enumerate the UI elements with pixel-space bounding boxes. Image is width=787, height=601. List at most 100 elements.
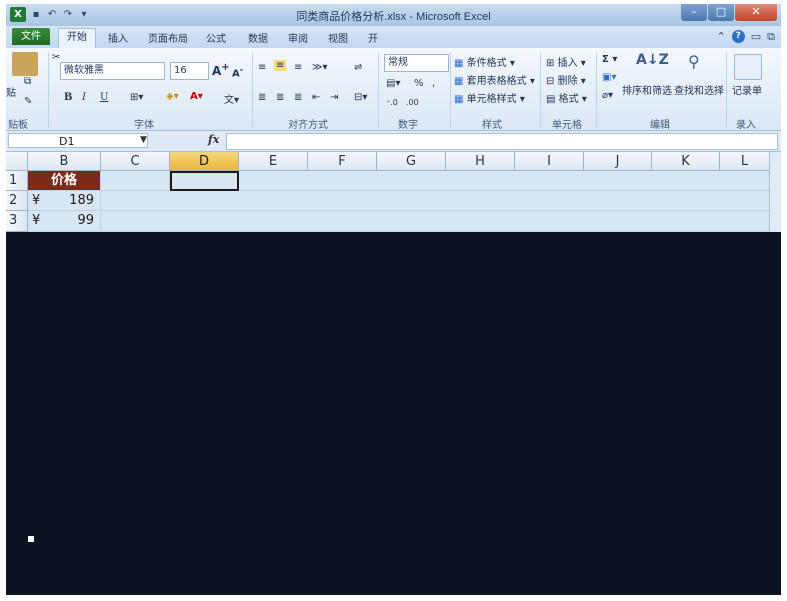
cell-c1[interactable]	[101, 171, 170, 191]
cell-b2[interactable]: ¥ 189	[28, 191, 101, 211]
column-header-i[interactable]: I	[515, 152, 584, 171]
grow-font-icon[interactable]: A+	[212, 62, 230, 78]
underline-button[interactable]: U	[100, 92, 108, 103]
decrease-decimal-icon[interactable]: .00	[406, 98, 419, 107]
column-header-l[interactable]: L	[720, 152, 770, 171]
column-header-c[interactable]: C	[101, 152, 170, 171]
tab-home[interactable]: 开始	[58, 28, 96, 49]
formula-input[interactable]	[226, 133, 778, 150]
paste-button[interactable]: 贴	[6, 84, 16, 99]
cell-styles-button[interactable]: ▦ 单元格样式 ▾	[454, 90, 525, 105]
comma-button[interactable]: ,	[432, 78, 435, 89]
vertical-scrollbar[interactable]	[769, 152, 781, 232]
name-box-dropdown-icon[interactable]: ▼	[140, 135, 147, 145]
select-all-button[interactable]	[6, 152, 28, 171]
find-select-icon[interactable]: ⚲	[688, 52, 700, 71]
orientation-icon[interactable]: ≫▾	[312, 62, 328, 73]
ribbon-collapse-icon[interactable]: ⌃	[717, 30, 726, 44]
increase-decimal-icon[interactable]: ⁺.0	[386, 98, 398, 107]
bold-button[interactable]: B	[64, 92, 72, 103]
cell-d1[interactable]	[170, 171, 239, 191]
insert-cells-button[interactable]: ⊞ 插入 ▾	[546, 54, 586, 69]
minimize-button[interactable]: –	[681, 4, 707, 21]
font-size-select[interactable]: 16	[170, 62, 209, 80]
column-header-b[interactable]: B	[28, 152, 101, 171]
close-button[interactable]: ✕	[735, 4, 777, 21]
column-header-d[interactable]: D	[170, 152, 239, 171]
cell-b1[interactable]: 价格	[28, 171, 101, 191]
insert-function-button[interactable]: fx	[208, 133, 219, 146]
fill-icon[interactable]: ▣▾	[602, 72, 616, 83]
tab-view[interactable]: 视图	[328, 30, 348, 45]
merge-center-icon[interactable]: ⊟▾	[354, 92, 367, 103]
sort-filter-icon[interactable]: A↓Z	[636, 52, 669, 68]
formula-bar: D1 ▼ fx	[6, 131, 781, 152]
row-3-rest[interactable]	[101, 211, 770, 232]
border-icon[interactable]: ⊞▾	[130, 92, 143, 103]
wrap-text-icon[interactable]: ⇌	[354, 62, 362, 73]
number-group-label: 数字	[398, 120, 418, 131]
column-header-k[interactable]: K	[652, 152, 720, 171]
tab-formulas[interactable]: 公式	[206, 30, 226, 45]
align-right-icon[interactable]: ≣	[294, 92, 302, 103]
conditional-format-button[interactable]: ▦ 条件格式 ▾	[454, 54, 515, 69]
increase-indent-icon[interactable]: ⇥	[330, 92, 338, 103]
phonetic-icon[interactable]: 文▾	[224, 91, 239, 106]
autosum-icon[interactable]: Σ ▾	[602, 54, 617, 65]
row-1-rest[interactable]	[239, 171, 770, 191]
window-title: 同类商品价格分析.xlsx - Microsoft Excel	[296, 11, 491, 23]
format-cells-icon: ▤	[546, 94, 556, 105]
tab-review[interactable]: 审阅	[288, 30, 308, 45]
price-value: 99	[77, 213, 94, 228]
row-header-1[interactable]: 1	[6, 171, 28, 191]
cell-b3[interactable]: ¥ 99	[28, 211, 101, 232]
copy-icon[interactable]: ⧉	[24, 76, 31, 87]
align-center-icon[interactable]: ≣	[276, 92, 284, 103]
shrink-font-icon[interactable]: A-	[232, 64, 243, 79]
format-as-table-button[interactable]: ▦ 套用表格格式 ▾	[454, 72, 535, 87]
paste-icon[interactable]	[12, 52, 38, 76]
format-cells-button[interactable]: ▤ 格式 ▾	[546, 90, 587, 105]
percent-button[interactable]: %	[414, 78, 424, 89]
tab-data[interactable]: 数据	[248, 30, 268, 45]
font-name-select[interactable]: 微软雅黑	[60, 62, 165, 80]
doc-restore-icon[interactable]: ⧉	[767, 30, 775, 44]
row-header-3[interactable]: 3	[6, 211, 28, 232]
row-header-2[interactable]: 2	[6, 191, 28, 211]
accounting-icon[interactable]: ▤▾	[386, 78, 400, 89]
column-header-j[interactable]: J	[584, 152, 652, 171]
align-bottom-icon[interactable]: ≡	[294, 62, 302, 73]
format-painter-icon[interactable]: ✎	[24, 96, 32, 107]
align-left-icon[interactable]: ≣	[258, 92, 266, 103]
align-middle-icon[interactable]: ≡	[274, 60, 287, 71]
tab-page-layout[interactable]: 页面布局	[148, 30, 188, 45]
number-format-select[interactable]: 常规	[384, 54, 449, 72]
render-artifact	[28, 536, 34, 542]
align-top-icon[interactable]: ≡	[258, 62, 266, 73]
fill-color-icon[interactable]: ◈▾	[166, 91, 179, 102]
column-header-f[interactable]: F	[308, 152, 377, 171]
maximize-button[interactable]: □	[708, 4, 734, 21]
tab-developer[interactable]: 开	[368, 30, 378, 45]
clear-icon[interactable]: ⌀▾	[602, 90, 613, 101]
decrease-indent-icon[interactable]: ⇤	[312, 92, 320, 103]
column-header-e[interactable]: E	[239, 152, 308, 171]
font-color-icon[interactable]: A▾	[190, 91, 203, 102]
find-select-button[interactable]: 查找和选择	[674, 82, 724, 97]
sort-filter-button[interactable]: 排序和筛选	[622, 82, 672, 97]
italic-button[interactable]: I	[82, 92, 86, 103]
name-box[interactable]: D1	[8, 133, 148, 148]
doc-minimize-icon[interactable]: ▭	[751, 30, 761, 44]
tab-insert[interactable]: 插入	[108, 30, 128, 45]
form-button[interactable]: 记录单	[732, 82, 762, 97]
tab-file[interactable]: 文件	[12, 28, 50, 45]
delete-cells-button[interactable]: ⊟ 删除 ▾	[546, 72, 586, 87]
help-icon[interactable]: ?	[731, 30, 745, 43]
format-as-table-label: 套用表格格式	[466, 76, 527, 87]
form-icon[interactable]	[734, 54, 762, 80]
title-bar: X ▪ ↶ ↷ ▾ 同类商品价格分析.xlsx - Microsoft Exce…	[6, 4, 781, 26]
column-header-g[interactable]: G	[377, 152, 446, 171]
column-header-h[interactable]: H	[446, 152, 515, 171]
alignment-group-label: 对齐方式	[288, 120, 328, 131]
row-2-rest[interactable]	[101, 191, 770, 211]
